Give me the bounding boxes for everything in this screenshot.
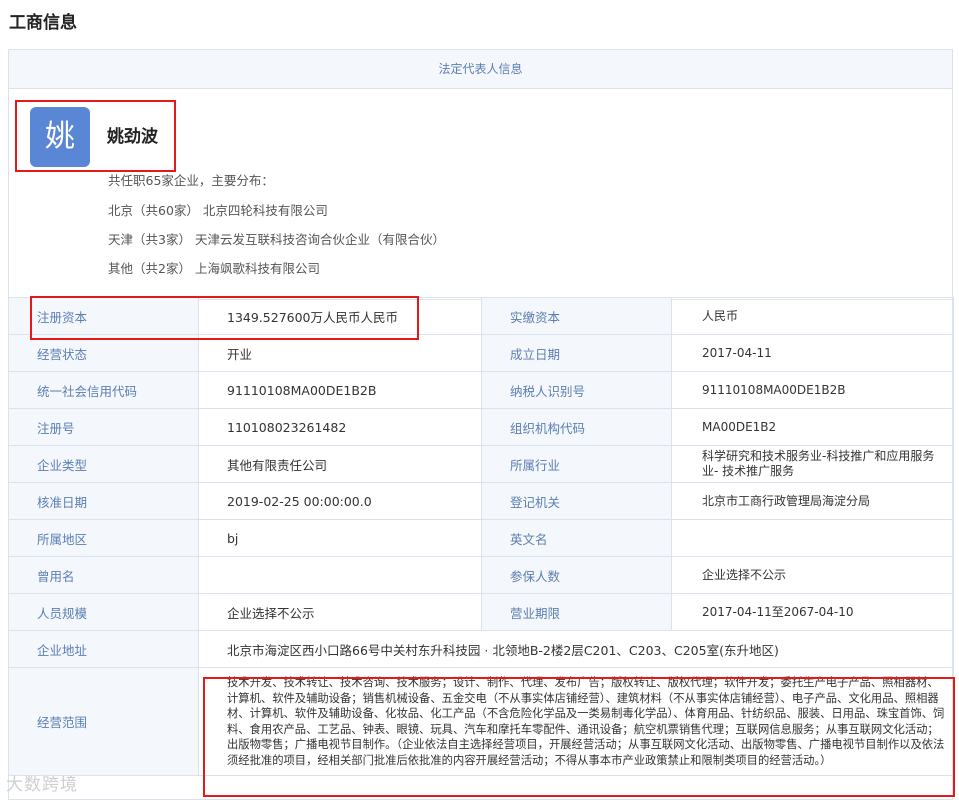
page-title: 工商信息: [9, 13, 77, 33]
distribution-company[interactable]: 天津云发互联科技咨询合伙企业（有限合伙）: [195, 232, 445, 247]
industry-label: 所属行业: [481, 445, 672, 483]
founded-label: 成立日期: [481, 334, 672, 372]
org-code-label: 组织机构代码: [481, 408, 672, 446]
distribution-region: 其他（共2家）: [108, 261, 191, 276]
staff-size-value: 企业选择不公示: [198, 593, 482, 631]
english-name-value: [671, 519, 954, 557]
org-code-value: MA00DE1B2: [671, 408, 954, 446]
distribution-company[interactable]: 北京四轮科技有限公司: [203, 203, 328, 218]
founded-value: 2017-04-11: [671, 334, 954, 372]
approval-date-label: 核准日期: [8, 482, 199, 520]
distribution-item[interactable]: 其他（共2家） 上海飒歌科技有限公司: [108, 258, 320, 277]
region-label: 所属地区: [8, 519, 199, 557]
scope-label: 经营范围: [8, 667, 199, 776]
approval-date-value: 2019-02-25 00:00:00.0: [198, 482, 482, 520]
positions-summary: 共任职65家企业，主要分布：: [108, 173, 274, 188]
table-row: 企业地址 北京市海淀区西小口路66号中关村东升科技园 · 北领地B-2楼2层C2…: [8, 630, 954, 668]
insured-label: 参保人数: [481, 556, 672, 594]
region-value: bj: [198, 519, 482, 557]
table-row: 核准日期 2019-02-25 00:00:00.0 登记机关 北京市工商行政管…: [8, 482, 954, 520]
distribution-region: 天津（共3家）: [108, 232, 191, 247]
taxpayer-value: 91110108MA00DE1B2B: [671, 371, 954, 409]
status-label: 经营状态: [8, 334, 199, 372]
term-label: 营业期限: [481, 593, 672, 631]
table-row: 企业类型 其他有限责任公司 所属行业 科学研究和技术服务业-科技推广和应用服务业…: [8, 445, 954, 483]
table-row: 注册号 110108023261482 组织机构代码 MA00DE1B2: [8, 408, 954, 446]
status-value: 开业: [198, 334, 482, 372]
reg-no-value: 110108023261482: [198, 408, 482, 446]
staff-size-label: 人员规模: [8, 593, 199, 631]
table-row: 人员规模 企业选择不公示 营业期限 2017-04-11至2067-04-10: [8, 593, 954, 631]
paid-capital-value: 人民币: [671, 297, 954, 335]
distribution-company[interactable]: 上海飒歌科技有限公司: [195, 261, 320, 276]
industry-value: 科学研究和技术服务业-科技推广和应用服务业- 技术推广服务: [671, 445, 954, 483]
table-row: 所属地区 bj 英文名: [8, 519, 954, 557]
watermark: 大数跨境: [6, 775, 78, 795]
authority-value: 北京市工商行政管理局海淀分局: [671, 482, 954, 520]
insured-value: 企业选择不公示: [671, 556, 954, 594]
reg-no-label: 注册号: [8, 408, 199, 446]
former-name-label: 曾用名: [8, 556, 199, 594]
company-type-value: 其他有限责任公司: [198, 445, 482, 483]
paid-capital-label: 实缴资本: [481, 297, 672, 335]
former-name-value: [198, 556, 482, 594]
company-type-label: 企业类型: [8, 445, 199, 483]
distribution-item[interactable]: 天津（共3家） 天津云发互联科技咨询合伙企业（有限合伙）: [108, 229, 445, 248]
highlight-box-scope: [203, 677, 955, 797]
distribution-region: 北京（共60家）: [108, 203, 199, 218]
english-name-label: 英文名: [481, 519, 672, 557]
table-row: 曾用名 参保人数 企业选择不公示: [8, 556, 954, 594]
authority-label: 登记机关: [481, 482, 672, 520]
legal-rep-header: 法定代表人信息: [9, 50, 952, 89]
credit-code-value: 91110108MA00DE1B2B: [198, 371, 482, 409]
table-row: 经营状态 开业 成立日期 2017-04-11: [8, 334, 954, 372]
address-label: 企业地址: [8, 630, 199, 668]
address-value: 北京市海淀区西小口路66号中关村东升科技园 · 北领地B-2楼2层C201、C2…: [198, 630, 954, 668]
term-value: 2017-04-11至2067-04-10: [671, 593, 954, 631]
distribution-item[interactable]: 北京（共60家） 北京四轮科技有限公司: [108, 200, 328, 219]
table-row: 统一社会信用代码 91110108MA00DE1B2B 纳税人识别号 91110…: [8, 371, 954, 409]
taxpayer-label: 纳税人识别号: [481, 371, 672, 409]
highlight-box-name: [15, 100, 176, 172]
credit-code-label: 统一社会信用代码: [8, 371, 199, 409]
highlight-box-capital: [30, 296, 419, 340]
